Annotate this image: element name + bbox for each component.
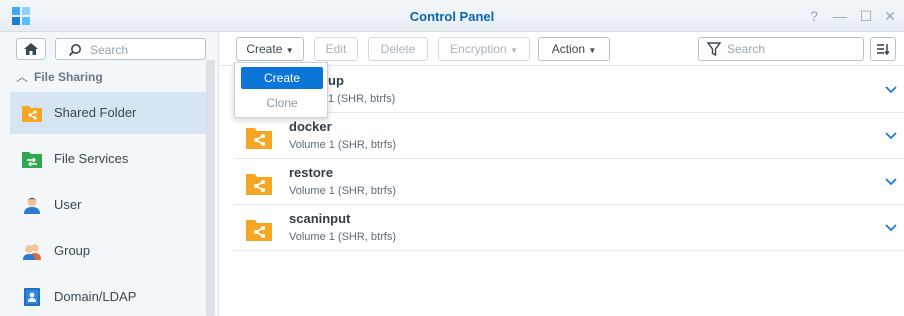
title-bar: Control Panel ? — ☐ ✕ [0, 0, 904, 32]
window-title: Control Panel [409, 9, 495, 24]
filter-search-placeholder: Search [727, 42, 766, 56]
chevron-down-icon[interactable] [884, 83, 898, 97]
sidebar-item-user[interactable]: User [10, 184, 206, 226]
sidebar-item-label: Shared Folder [54, 105, 137, 120]
group-icon [23, 244, 41, 260]
home-button[interactable] [16, 38, 46, 60]
section-label: File Sharing [34, 70, 103, 84]
sidebar-item-shared-folder[interactable]: Shared Folder [10, 92, 206, 134]
menu-item-clone[interactable]: Clone [241, 92, 323, 114]
list-item[interactable]: up 1 (SHR, btrfs) [234, 67, 904, 113]
home-icon [24, 43, 38, 55]
sort-button[interactable] [870, 37, 896, 61]
minimize-icon[interactable]: — [830, 6, 850, 26]
chevron-down-icon[interactable] [884, 129, 898, 143]
list-item[interactable]: restore Volume 1 (SHR, btrfs) [234, 159, 904, 205]
sidebar-search-placeholder: Search [90, 43, 129, 57]
chevron-down-icon[interactable] [884, 175, 898, 189]
folder-volume: 1 (SHR, btrfs) [328, 93, 396, 105]
sidebar: Search ︿ File Sharing Shared Folder File … [0, 32, 219, 316]
edit-button[interactable]: Edit [314, 37, 358, 61]
chevron-down-icon[interactable] [884, 221, 898, 235]
folder-name: up [328, 73, 344, 88]
sidebar-item-label: File Services [54, 151, 129, 166]
sidebar-item-group[interactable]: Group [10, 230, 206, 272]
help-icon[interactable]: ? [804, 6, 824, 26]
maximize-icon[interactable]: ☐ [856, 6, 876, 26]
folder-name: docker [289, 119, 332, 134]
sidebar-item-domain-ldap[interactable]: Domain/LDAP [10, 276, 206, 316]
search-icon [68, 44, 81, 57]
close-icon[interactable]: ✕ [880, 6, 900, 26]
folder-name: restore [289, 165, 334, 180]
delete-button[interactable]: Delete [368, 37, 428, 61]
folder-volume: Volume 1 (SHR, btrfs) [289, 231, 396, 243]
sidebar-item-label: User [54, 197, 82, 212]
sort-icon [877, 44, 890, 56]
filter-icon [707, 42, 721, 56]
filter-search-input[interactable]: Search [698, 37, 864, 61]
sidebar-search-input[interactable]: Search [55, 38, 206, 60]
list-item[interactable]: docker Volume 1 (SHR, btrfs) [234, 113, 904, 159]
domain-ldap-icon [24, 288, 40, 306]
file-services-icon [22, 152, 42, 168]
sidebar-item-label: Domain/LDAP [54, 289, 137, 304]
create-dropdown-menu: Create Clone [234, 62, 328, 118]
section-file-sharing[interactable]: ︿ File Sharing [16, 68, 103, 85]
action-button-label: Action [551, 42, 586, 56]
encryption-button[interactable]: Encryption ▼ [438, 37, 530, 61]
shared-folder-icon [22, 106, 42, 122]
shared-folder-icon [246, 174, 272, 195]
user-icon [24, 197, 40, 214]
folder-name: scaninput [289, 211, 351, 226]
toolbar: Create ▼ Edit Delete Encryption ▼ Action… [220, 32, 904, 66]
sidebar-item-label: Group [54, 243, 91, 258]
sidebar-scrollbar[interactable] [206, 60, 215, 316]
create-button-label: Create [246, 42, 283, 56]
dropdown-caret-icon: ▼ [285, 46, 294, 55]
dropdown-caret-icon: ▼ [510, 46, 518, 55]
menu-item-create[interactable]: Create [241, 67, 323, 89]
encryption-button-label: Encryption [450, 42, 507, 56]
list-item[interactable]: scaninput Volume 1 (SHR, btrfs) [234, 205, 904, 251]
folder-volume: Volume 1 (SHR, btrfs) [289, 185, 396, 197]
action-button[interactable]: Action ▼ [538, 37, 610, 61]
create-button[interactable]: Create ▼ [236, 37, 304, 61]
dropdown-caret-icon: ▼ [588, 46, 597, 55]
chevron-up-icon: ︿ [16, 70, 29, 84]
shared-folder-icon [246, 220, 272, 241]
sidebar-item-file-services[interactable]: File Services [10, 138, 206, 180]
folder-volume: Volume 1 (SHR, btrfs) [289, 139, 396, 151]
shared-folder-icon [246, 128, 272, 149]
